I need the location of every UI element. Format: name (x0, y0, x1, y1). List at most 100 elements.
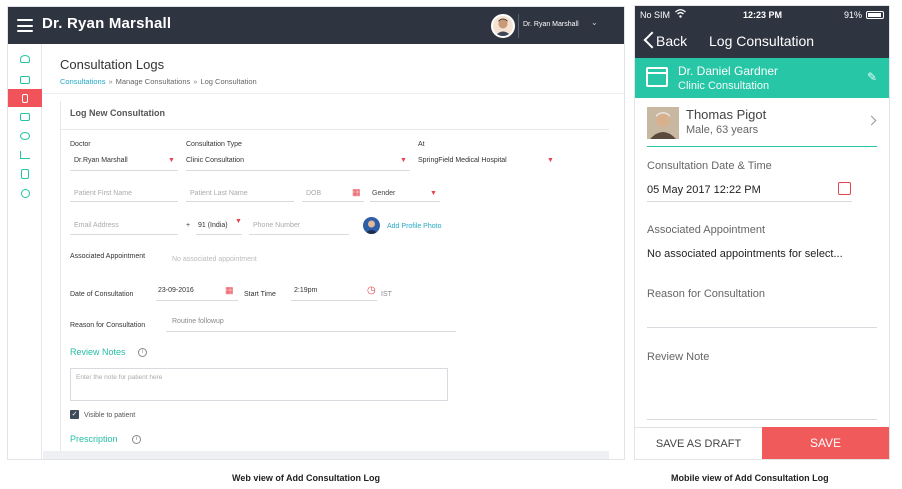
status-bar: No SIM 12:23 PM 91% (635, 6, 889, 24)
dob-input[interactable]: DOB (306, 190, 321, 197)
breadcrumb: Consultations» Manage Consultations» Log C… (60, 77, 257, 86)
phone-number-input[interactable]: Phone Number (253, 222, 300, 229)
chat-icon[interactable] (8, 127, 42, 145)
form-section-title: Log New Consultation (70, 108, 165, 118)
web-header: Dr. Ryan Marshall Dr. Ryan Marshall ⌄ (8, 7, 624, 44)
country-code-select[interactable]: 91 (India) (198, 222, 228, 229)
mobile-footer: SAVE AS DRAFT SAVE (635, 427, 889, 459)
patient-last-name-input[interactable]: Patient Last Name (190, 190, 248, 197)
reason-label: Reason for Consultation (70, 322, 146, 329)
clock-icon[interactable]: ◷ (367, 285, 376, 296)
doctor-banner[interactable]: Dr. Daniel Gardner Clinic Consultation ✎ (635, 58, 889, 98)
date-of-consultation-input[interactable]: 23-09-2016 (158, 287, 194, 294)
caret-down-icon[interactable]: ▼ (168, 157, 175, 164)
calendar-icon[interactable] (8, 71, 42, 89)
add-profile-photo-link[interactable]: Add Profile Photo (387, 223, 441, 230)
header-divider (518, 14, 519, 38)
location-select[interactable]: SpringField Medical Hospital (418, 157, 507, 164)
info-icon[interactable]: i (138, 348, 147, 357)
patient-first-name-input[interactable]: Patient First Name (74, 190, 132, 197)
monitor-icon[interactable] (8, 108, 42, 126)
user-name[interactable]: Dr. Ryan Marshall (523, 21, 579, 28)
doctor-select[interactable]: Dr.Ryan Marshall (74, 157, 128, 164)
associated-appointment-label: Associated Appointment (70, 253, 146, 260)
patient-name: Thomas Pigot (686, 107, 767, 122)
consultation-icon[interactable] (8, 89, 42, 107)
associated-appointment-value[interactable]: No associated appointment (172, 256, 257, 263)
mobile-view-caption: Mobile view of Add Consultation Log (671, 473, 829, 483)
mobile-nav-bar: Back Log Consultation (635, 24, 889, 58)
stethoscope-icon[interactable] (8, 50, 42, 68)
datetime-value[interactable]: 05 May 2017 12:22 PM (647, 184, 761, 196)
date-of-consultation-label: Date of Consultation (70, 291, 134, 298)
breadcrumb-separator: » (193, 77, 198, 86)
calculator-icon[interactable] (8, 165, 42, 183)
info-icon[interactable]: i (132, 435, 141, 444)
consultation-type-select[interactable]: Clinic Consultation (186, 157, 244, 164)
reason-input[interactable] (647, 327, 877, 328)
calendar-icon[interactable]: ▦ (352, 187, 361, 198)
appointment-label: Associated Appointment (647, 224, 766, 236)
patient-divider (647, 146, 877, 147)
review-notes-title: Review Notes (70, 347, 126, 357)
doctor-name: Dr. Daniel Gardner (678, 64, 779, 78)
phone-plus-sign: + (186, 222, 191, 229)
gender-select[interactable]: Gender (372, 190, 395, 197)
chevron-right-icon[interactable] (866, 115, 877, 126)
review-notes-textarea[interactable]: Enter the note for patient here (70, 368, 448, 401)
prescription-title: Prescription (70, 434, 118, 444)
review-notes-placeholder: Enter the note for patient here (76, 374, 163, 381)
web-sidebar (8, 44, 42, 459)
calendar-clock-icon (646, 67, 668, 87)
chart-icon[interactable] (8, 146, 42, 164)
appointment-value[interactable]: No associated appointments for select... (647, 248, 843, 260)
visible-to-patient-label: Visible to patient (84, 412, 136, 419)
breadcrumb-divider (42, 93, 624, 94)
carrier-label: No SIM (640, 10, 671, 20)
breadcrumb-separator: » (108, 77, 113, 86)
calendar-icon[interactable] (838, 182, 851, 195)
battery-percent: 91% (844, 10, 863, 20)
visible-to-patient-checkbox[interactable]: ✓ (70, 410, 79, 419)
doctor-label: Doctor (70, 141, 91, 148)
patient-avatar (647, 107, 679, 139)
timezone-label: IST (381, 291, 392, 298)
breadcrumb-manage-consultations[interactable]: Manage Consultations (116, 77, 191, 86)
email-input[interactable]: Email Address (74, 222, 119, 229)
start-time-input[interactable]: 2:19pm (294, 287, 317, 294)
breadcrumb-log-consultation: Log Consultation (200, 77, 257, 86)
caret-down-icon[interactable]: ▼ (400, 157, 407, 164)
review-note-input[interactable] (647, 419, 877, 420)
save-button[interactable]: SAVE (762, 427, 889, 459)
reason-input[interactable]: Routine followup (172, 318, 224, 325)
caret-down-icon[interactable]: ▼ (430, 190, 437, 197)
user-avatar[interactable] (491, 14, 515, 38)
settings-icon[interactable] (8, 184, 42, 202)
log-consultation-form: Log New Consultation Doctor Dr.Ryan Mars… (43, 101, 616, 459)
chevron-down-icon[interactable]: ⌄ (591, 18, 598, 27)
patient-row[interactable]: Thomas Pigot Male, 63 years (635, 98, 889, 146)
caret-down-icon[interactable]: ▼ (547, 157, 554, 164)
profile-photo-icon[interactable] (363, 217, 380, 234)
back-button[interactable]: Back (656, 33, 687, 49)
save-as-draft-button[interactable]: SAVE AS DRAFT (635, 427, 762, 459)
battery-icon (866, 11, 884, 19)
start-time-label: Start Time (244, 291, 276, 298)
reason-label: Reason for Consultation (647, 288, 766, 300)
edit-pencil-icon[interactable]: ✎ (867, 70, 877, 84)
calendar-icon[interactable]: ▦ (225, 285, 234, 296)
consultation-type-label: Consultation Type (186, 141, 242, 148)
breadcrumb-consultations[interactable]: Consultations (60, 77, 105, 86)
consultation-type: Clinic Consultation (678, 80, 770, 92)
web-view-caption: Web view of Add Consultation Log (232, 473, 380, 483)
datetime-label: Consultation Date & Time (647, 160, 772, 172)
web-content: Consultation Logs Consultations» Manage C… (42, 44, 624, 459)
page-title: Consultation Logs (60, 57, 165, 72)
status-time: 12:23 PM (743, 10, 783, 20)
caret-down-icon[interactable]: ▼ (235, 218, 242, 225)
hamburger-icon[interactable] (17, 19, 33, 32)
wifi-icon (675, 9, 686, 20)
nav-title: Log Consultation (709, 33, 815, 49)
app-title: Dr. Ryan Marshall (42, 15, 172, 32)
mobile-view: No SIM 12:23 PM 91% Back Log Consultatio… (635, 6, 889, 459)
